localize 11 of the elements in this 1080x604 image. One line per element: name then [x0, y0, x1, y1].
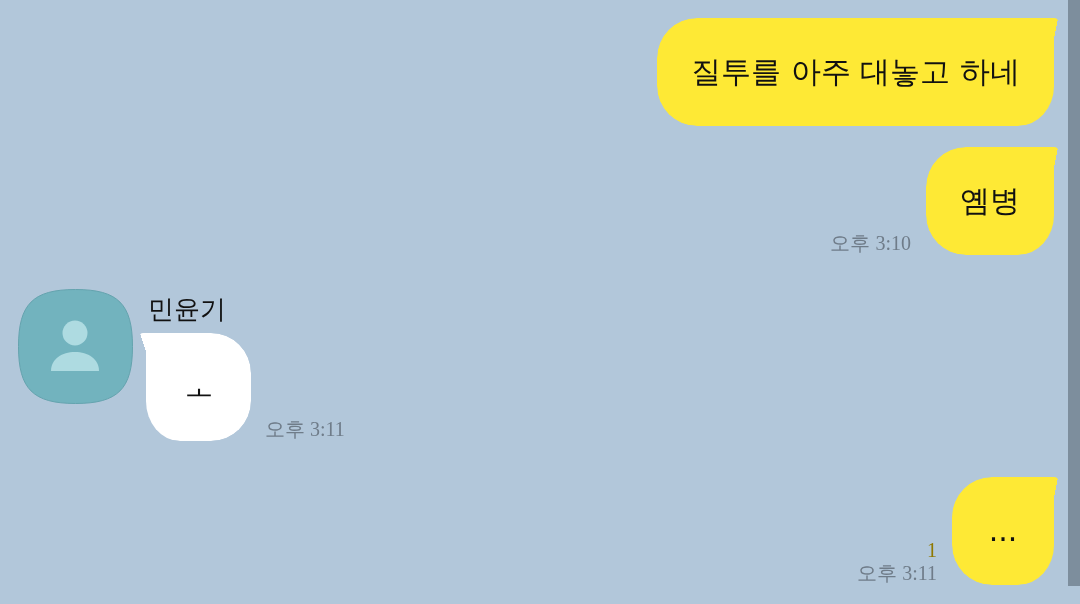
message-time: 오후 3:11: [265, 417, 345, 441]
message-bubble: ...: [952, 477, 1058, 585]
sender-name: 민윤기: [148, 293, 226, 325]
message-bubble: 질투를 아주 대놓고 하네: [657, 18, 1058, 126]
message-bubble: ㅗ: [140, 333, 251, 441]
message-time: 오후 3:10: [830, 231, 911, 255]
message-bubble: 옘병: [926, 147, 1058, 255]
unread-count: 1: [927, 539, 937, 561]
message-time: 오후 3:11: [857, 561, 937, 585]
scrollbar-thumb[interactable]: [1068, 0, 1080, 586]
avatar-icon[interactable]: [18, 289, 133, 404]
